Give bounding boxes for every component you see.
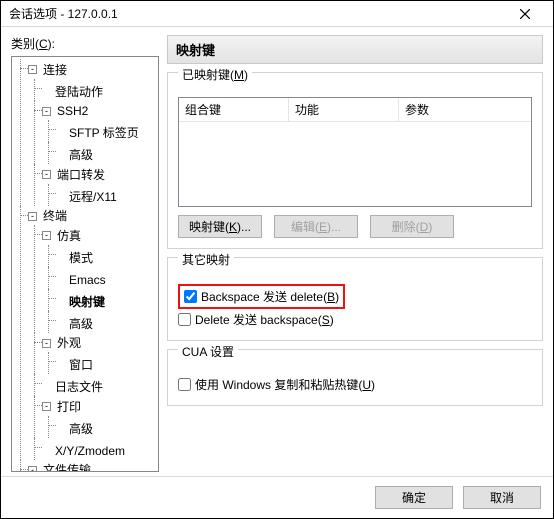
close-button[interactable] xyxy=(505,1,545,26)
use-windows-copy-paste-checkbox[interactable] xyxy=(178,378,191,391)
tree-item-portfwd[interactable]: -端口转发 xyxy=(42,166,107,184)
page-title: 映射键 xyxy=(167,35,543,64)
tree-item-sftp-tab[interactable]: SFTP 标签页 xyxy=(56,124,141,142)
tree-item-log[interactable]: 日志文件 xyxy=(42,378,105,396)
other-mapping-group: 其它映射 Backspace 发送 delete(B) Delete 发送 ba… xyxy=(167,257,543,341)
window-title: 会话选项 - 127.0.0.1 xyxy=(9,5,505,22)
collapse-icon[interactable]: - xyxy=(42,339,51,348)
right-column: 映射键 已映射键(M) 组合键 功能 参数 映射键(K)... xyxy=(167,35,543,472)
collapse-icon[interactable]: - xyxy=(28,212,37,221)
tree-item-emacs[interactable]: Emacs xyxy=(56,271,108,289)
list-header: 组合键 功能 参数 xyxy=(179,98,531,122)
collapse-icon[interactable]: - xyxy=(42,170,51,179)
delete-sends-backspace-checkbox[interactable] xyxy=(178,313,191,326)
tree-item-ssh2-advanced[interactable]: 高级 xyxy=(56,146,95,164)
left-column: 类别(C): -连接 登陆动作 -SSH2 SFTP 标签页 xyxy=(11,35,159,472)
edit-button: 编辑(E)... xyxy=(274,215,358,238)
other-mapping-title: 其它映射 xyxy=(178,251,234,268)
tree-item-map-keys[interactable]: 映射键 xyxy=(56,293,107,311)
tree-item-remote-x11[interactable]: 远程/X11 xyxy=(56,188,119,206)
close-icon xyxy=(520,9,530,19)
tree-item-emulation[interactable]: -仿真 xyxy=(42,227,83,245)
mapped-keys-group-title: 已映射键(M) xyxy=(178,66,252,83)
tree-item-window[interactable]: 窗口 xyxy=(56,356,95,374)
collapse-icon[interactable]: - xyxy=(42,231,51,240)
tree-item-connection[interactable]: -连接 xyxy=(28,61,69,79)
delete-button: 删除(D) xyxy=(370,215,454,238)
tree-item-appearance[interactable]: -外观 xyxy=(42,334,83,352)
backspace-sends-delete-label: Backspace 发送 delete(B) xyxy=(201,288,339,305)
mapped-keys-list[interactable]: 组合键 功能 参数 xyxy=(178,97,532,207)
ok-button[interactable]: 确定 xyxy=(375,486,453,509)
session-options-dialog: 会话选项 - 127.0.0.1 类别(C): -连接 登陆动作 xyxy=(0,0,554,519)
map-key-button[interactable]: 映射键(K)... xyxy=(178,215,262,238)
delete-sends-backspace-label: Delete 发送 backspace(S) xyxy=(195,311,334,328)
tree-item-mode[interactable]: 模式 xyxy=(56,249,95,267)
category-label: 类别(C): xyxy=(11,35,159,52)
collapse-icon[interactable]: - xyxy=(42,107,51,116)
titlebar: 会话选项 - 127.0.0.1 xyxy=(1,1,553,27)
tree-item-emulation-advanced[interactable]: 高级 xyxy=(56,315,95,333)
tree-item-terminal[interactable]: -终端 xyxy=(28,207,69,225)
collapse-icon[interactable]: - xyxy=(42,402,51,411)
tree-item-ssh2[interactable]: -SSH2 xyxy=(42,102,90,120)
collapse-icon[interactable]: - xyxy=(28,466,37,473)
tree-item-file-transfer[interactable]: -文件传输 xyxy=(28,461,93,472)
col-combo[interactable]: 组合键 xyxy=(179,98,289,121)
cua-settings-group: CUA 设置 使用 Windows 复制和粘贴热键(U) xyxy=(167,349,543,406)
mapped-keys-buttons: 映射键(K)... 编辑(E)... 删除(D) xyxy=(178,215,532,238)
dialog-body: 类别(C): -连接 登陆动作 -SSH2 SFTP 标签页 xyxy=(1,27,553,476)
tree-item-print[interactable]: -打印 xyxy=(42,398,83,416)
tree-item-login[interactable]: 登陆动作 xyxy=(42,83,105,101)
cancel-button[interactable]: 取消 xyxy=(463,486,541,509)
col-params[interactable]: 参数 xyxy=(399,98,531,121)
backspace-sends-delete-checkbox[interactable] xyxy=(184,290,197,303)
collapse-icon[interactable]: - xyxy=(28,65,37,74)
use-windows-copy-paste-label: 使用 Windows 复制和粘贴热键(U) xyxy=(195,376,375,393)
highlight-box: Backspace 发送 delete(B) xyxy=(178,284,345,309)
cua-settings-title: CUA 设置 xyxy=(178,343,238,360)
col-function[interactable]: 功能 xyxy=(289,98,399,121)
dialog-footer: 确定 取消 xyxy=(1,476,553,518)
tree-item-xyzmodem[interactable]: X/Y/Zmodem xyxy=(42,442,127,460)
category-tree[interactable]: -连接 登陆动作 -SSH2 SFTP 标签页 高级 xyxy=(11,56,159,472)
mapped-keys-group: 已映射键(M) 组合键 功能 参数 映射键(K)... 编辑(E)... xyxy=(167,72,543,249)
tree-item-print-advanced[interactable]: 高级 xyxy=(56,420,95,438)
